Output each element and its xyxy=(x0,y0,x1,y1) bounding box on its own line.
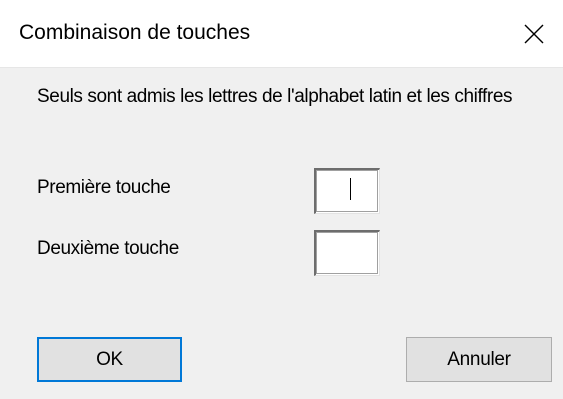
first-key-label: Première touche xyxy=(37,177,171,198)
dialog-body: Seuls sont admis les lettres de l'alphab… xyxy=(0,68,563,399)
text-caret xyxy=(350,178,351,200)
title-bar[interactable]: Combinaison de touches xyxy=(0,0,563,68)
window-title: Combinaison de touches xyxy=(19,21,251,44)
dialog-window: Combinaison de touches Seuls sont admis … xyxy=(0,0,563,399)
cancel-button[interactable]: Annuler xyxy=(406,337,552,382)
ok-button[interactable]: OK xyxy=(37,337,182,382)
first-key-input[interactable] xyxy=(314,168,380,214)
info-message: Seuls sont admis les lettres de l'alphab… xyxy=(37,86,513,107)
second-key-label: Deuxième touche xyxy=(37,238,179,259)
second-key-input[interactable] xyxy=(314,230,380,276)
close-icon xyxy=(524,24,544,44)
close-button[interactable] xyxy=(507,0,563,68)
